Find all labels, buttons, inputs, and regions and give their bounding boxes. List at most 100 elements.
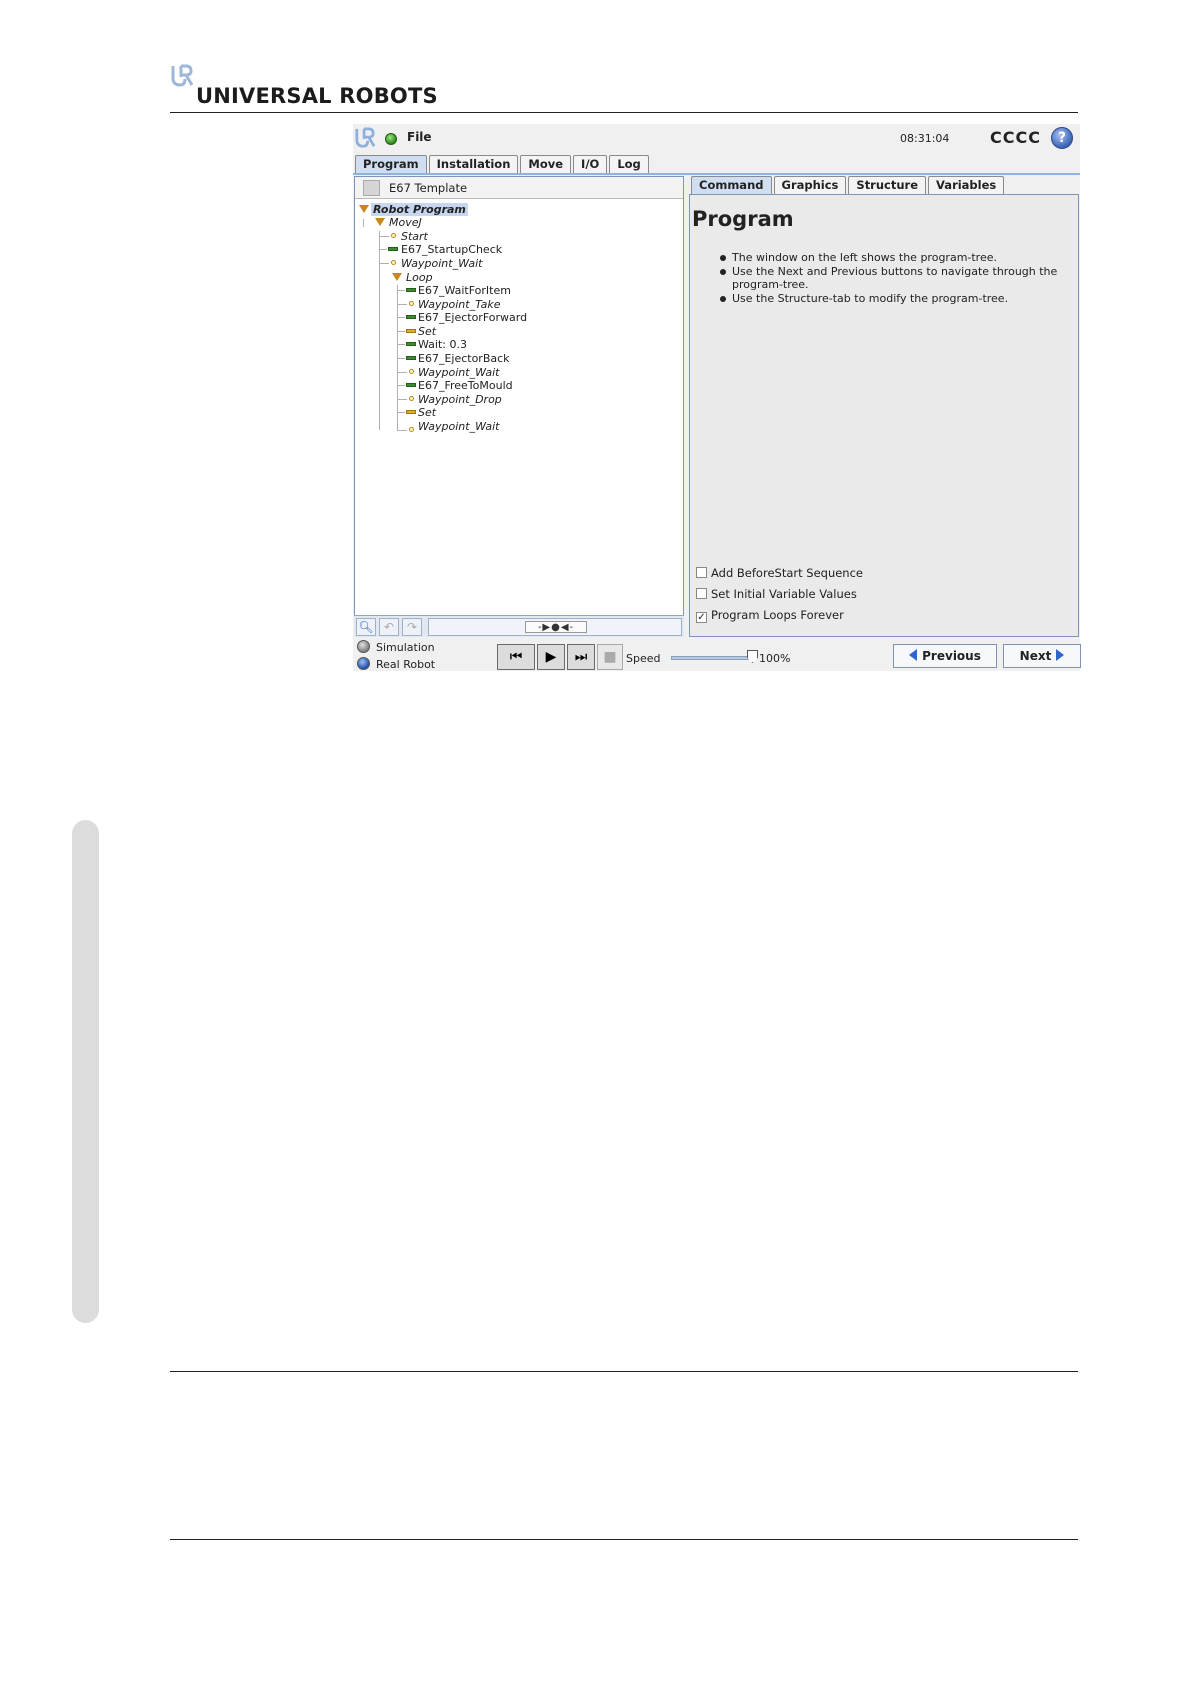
slider-handle-icon[interactable]: -▶●◀- (525, 621, 587, 633)
previous-label: Previous (922, 649, 981, 663)
tree-node-waypoint-drop[interactable]: Waypoint_Drop (418, 393, 502, 406)
header-rule (170, 112, 1078, 113)
file-menu[interactable]: File (407, 130, 432, 144)
tree-connector (397, 331, 405, 332)
tree-connector (397, 344, 405, 345)
tree-position-slider[interactable]: -▶●◀- (428, 618, 682, 636)
previous-button[interactable]: Previous (893, 644, 997, 668)
robot-name: CCCC (990, 128, 1041, 147)
folder-triangle-icon (375, 218, 385, 226)
tree-connector (397, 304, 407, 305)
brand-name: UNIVERSAL ROBOTS (196, 84, 438, 108)
help-icon[interactable]: ? (1051, 127, 1073, 149)
command-icon (406, 342, 416, 346)
tab-program[interactable]: Program (355, 155, 427, 173)
mode-label: Simulation (376, 641, 435, 654)
arrow-left-icon (909, 649, 918, 661)
tab-log[interactable]: Log (609, 155, 649, 173)
command-tabs: Command Graphics Structure Variables (691, 176, 1006, 194)
help-item: Use the Structure-tab to modify the prog… (720, 292, 1070, 306)
tree-node-waypoint-wait-3[interactable]: Waypoint_Wait (418, 420, 499, 433)
set-icon (406, 329, 416, 333)
option-beforestart[interactable]: Add BeforeStart Sequence (696, 566, 863, 580)
tree-node-ejectorback[interactable]: E67_EjectorBack (418, 352, 510, 365)
program-header: E67 Template (355, 177, 683, 199)
speed-slider-handle[interactable] (747, 650, 758, 663)
mode-simulation[interactable]: Simulation (357, 640, 435, 654)
command-icon (406, 383, 416, 387)
search-icon[interactable]: 🔍︎ (356, 618, 376, 636)
command-icon (406, 288, 416, 292)
option-label: Set Initial Variable Values (711, 587, 857, 601)
tab-structure[interactable]: Structure (848, 176, 927, 194)
folder-triangle-icon (392, 273, 402, 281)
tree-node-waypoint-wait-2[interactable]: Waypoint_Wait (418, 366, 499, 379)
undo-icon[interactable]: ↶ (379, 618, 399, 636)
tree-node-movej[interactable]: MoveJ (389, 216, 422, 229)
rewind-icon: ⏮︎ (509, 649, 523, 665)
radio-selected-icon[interactable] (357, 657, 370, 670)
tab-installation[interactable]: Installation (428, 155, 519, 173)
waypoint-icon (409, 369, 414, 374)
speed-slider[interactable] (671, 656, 755, 660)
tree-connector (379, 249, 387, 250)
save-icon[interactable] (363, 180, 380, 196)
option-initial-variables[interactable]: Set Initial Variable Values (696, 587, 857, 601)
main-tabs: Program Installation Move I/O Log (355, 155, 651, 173)
checkbox-icon[interactable] (696, 567, 707, 578)
tree-connector (397, 358, 405, 359)
waypoint-icon (391, 260, 396, 265)
tree-node-ejectorforward[interactable]: E67_EjectorForward (418, 311, 527, 324)
tab-underline (353, 173, 1080, 175)
mode-real-robot[interactable]: Real Robot (357, 657, 435, 671)
clock: 08:31:04 (900, 132, 950, 145)
tab-variables[interactable]: Variables (928, 176, 1005, 194)
bottom-bar: Simulation Real Robot ⏮︎ ▶︎ ⏭︎ ■ Speed 1… (353, 638, 1081, 671)
checkbox-checked-icon[interactable]: ✓ (696, 612, 707, 623)
tree-node-freetomould[interactable]: E67_FreeToMould (418, 379, 513, 392)
tree-connector (379, 231, 380, 430)
tree-connector (397, 372, 407, 373)
robot-status-icon (385, 133, 397, 145)
tab-command[interactable]: Command (691, 176, 772, 194)
tree-connector (379, 263, 389, 264)
option-loops-forever[interactable]: ✓ Program Loops Forever (696, 608, 844, 623)
tree-node-waitforitem[interactable]: E67_WaitForItem (418, 284, 511, 297)
tree-node-robot-program[interactable]: Robot Program (371, 203, 468, 216)
tree-node-loop[interactable]: Loop (406, 271, 433, 284)
tree-node-waypoint-take[interactable]: Waypoint_Take (418, 298, 501, 311)
speed-value: 100% (759, 652, 791, 665)
rewind-button[interactable]: ⏮︎ (497, 644, 535, 670)
tree-toolbar: 🔍︎ ↶ ↷ -▶●◀- (354, 615, 684, 637)
help-list: The window on the left shows the program… (720, 251, 1070, 305)
tree-node-startupcheck[interactable]: E67_StartupCheck (401, 243, 502, 256)
top-bar: File 08:31:04 CCCC ? (353, 124, 1080, 152)
command-icon (406, 356, 416, 360)
tab-graphics[interactable]: Graphics (773, 176, 847, 194)
program-tree-panel: E67 Template Robot Program MoveJ Start E… (354, 176, 684, 635)
speed-label: Speed (626, 652, 661, 665)
play-button[interactable]: ▶︎ (537, 644, 565, 670)
stop-button[interactable]: ■ (597, 644, 623, 670)
tree-node-wait[interactable]: Wait: 0.3 (418, 338, 467, 351)
tree-connector (363, 219, 364, 227)
waypoint-icon (409, 396, 414, 401)
tree-connector (397, 399, 407, 400)
checkbox-icon[interactable] (696, 588, 707, 599)
step-button[interactable]: ⏭︎ (567, 644, 595, 670)
tree-node-set[interactable]: Set (418, 325, 436, 338)
tree-node-start[interactable]: Start (401, 230, 428, 243)
tab-move[interactable]: Move (520, 155, 572, 173)
command-icon (388, 247, 398, 251)
waypoint-icon (391, 233, 396, 238)
tab-io[interactable]: I/O (573, 155, 608, 173)
radio-icon[interactable] (357, 640, 370, 653)
next-button[interactable]: Next (1003, 644, 1081, 668)
waypoint-icon (409, 301, 414, 306)
tree-node-set-2[interactable]: Set (418, 406, 436, 419)
ur-logo-icon (355, 127, 375, 148)
redo-icon[interactable]: ↷ (402, 618, 422, 636)
tree-node-waypoint-wait[interactable]: Waypoint_Wait (401, 257, 482, 270)
help-item: Use the Next and Previous buttons to nav… (720, 265, 1070, 292)
polyscope-window: File 08:31:04 CCCC ? Program Installatio… (353, 124, 1081, 671)
